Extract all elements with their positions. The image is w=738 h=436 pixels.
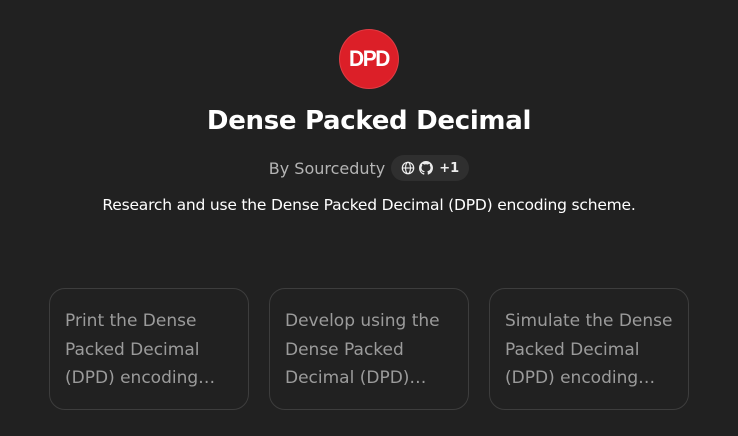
author-links-button[interactable]: +1 — [391, 155, 470, 181]
gpt-byline: By Sourceduty +1 — [0, 155, 738, 181]
gpt-intro-page: DPD Dense Packed Decimal By Sourceduty +… — [0, 0, 738, 436]
gpt-logo: DPD — [339, 29, 399, 89]
conversation-starter-text: Simulate the Dense Packed Decimal (DPD) … — [505, 311, 673, 388]
conversation-starter-text: Develop using the Dense Packed Decimal (… — [285, 311, 440, 388]
author-name: By Sourceduty — [268, 158, 386, 178]
gpt-description: Research and use the Dense Packed Decima… — [102, 196, 636, 214]
conversation-starter-3[interactable]: Simulate the Dense Packed Decimal (DPD) … — [489, 288, 689, 410]
gpt-title: Dense Packed Decimal — [206, 106, 532, 136]
globe-icon — [401, 161, 415, 175]
conversation-starter-1[interactable]: Print the Dense Packed Decimal (DPD) enc… — [49, 288, 249, 410]
gpt-logo-text: DPD — [349, 46, 390, 71]
conversation-starter-text: Print the Dense Packed Decimal (DPD) enc… — [65, 311, 216, 388]
links-count: +1 — [439, 160, 460, 176]
conversation-starter-2[interactable]: Develop using the Dense Packed Decimal (… — [269, 288, 469, 410]
github-icon — [419, 161, 434, 175]
